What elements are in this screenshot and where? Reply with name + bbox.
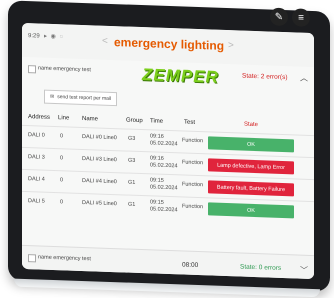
send-report-button[interactable]: ✉ send test report per mail <box>44 89 118 107</box>
cell-address: DALI 4 <box>28 176 45 183</box>
cell-group: G3 <box>128 135 136 142</box>
cell-line: 0 <box>60 199 64 206</box>
header-line: Line <box>58 115 70 122</box>
header-state: State <box>244 121 259 129</box>
chevron-down-icon[interactable]: ﹀ <box>300 265 308 276</box>
cell-name: DALI #5 Line0 <box>82 199 117 208</box>
cell-test: Function <box>182 181 204 189</box>
pencil-icon[interactable]: ✎ <box>270 7 288 27</box>
cell-name: DALI #4 Line0 <box>82 177 117 186</box>
state-pill: OK <box>208 136 294 153</box>
group-state: State: 2 error(s) <box>242 72 288 82</box>
cell-test: Function <box>182 203 204 211</box>
app-title: emergency lighting <box>114 35 225 53</box>
status-time: 9:29 <box>28 33 40 40</box>
cell-test: Function <box>182 137 204 145</box>
cell-name: DALI #0 Line0 <box>82 133 117 142</box>
cell-time: 09:16 05.02.2024 <box>150 133 178 147</box>
header-test: Test <box>184 119 196 126</box>
cell-time: 09:15 05.02.2024 <box>150 199 178 213</box>
cell-time: 09:15 05.02.2024 <box>150 177 178 191</box>
cell-group: G3 <box>128 157 136 164</box>
cell-group: G1 <box>128 201 136 208</box>
app-screen: 9:29 ▸ ◉ ◌ < emergency lighting > name e… <box>22 22 314 280</box>
brand-logo: ZEMPER <box>142 65 219 87</box>
cell-address: DALI 0 <box>28 132 45 139</box>
group-time: 08:00 <box>182 261 199 270</box>
state-pill: Battery fault, Battery Failure <box>208 180 294 197</box>
header-group: Group <box>126 117 143 125</box>
header-name: Name <box>82 115 99 123</box>
menu-icon[interactable]: ≡ <box>292 8 310 27</box>
group-name: name emergency test <box>38 65 91 74</box>
cell-address: DALI 5 <box>28 198 45 205</box>
cell-name: DALI #3 Line0 <box>82 155 117 164</box>
nav-prev-button[interactable]: < <box>102 36 108 47</box>
mail-icon: ✉ <box>50 93 55 100</box>
group-name: name emergency test <box>38 254 91 263</box>
group-header-2[interactable]: name emergency test 08:00 State: 0 error… <box>22 244 314 280</box>
group-state: State: 0 errors <box>240 263 282 272</box>
cell-test: Function <box>182 159 204 167</box>
cell-address: DALI 3 <box>28 154 45 161</box>
header-time: Time <box>150 118 164 125</box>
send-report-label: send test report per mail <box>57 94 112 102</box>
state-pill: Lamp defective, Lamp Error <box>208 158 294 175</box>
nav-next-button[interactable]: > <box>228 40 234 51</box>
group-checkbox[interactable] <box>28 65 36 74</box>
cell-time: 09:16 05.02.2024 <box>150 155 178 169</box>
status-icons: ▸ ◉ ◌ <box>44 33 65 41</box>
cell-line: 0 <box>60 133 64 140</box>
cell-line: 0 <box>60 155 64 162</box>
cell-group: G1 <box>128 179 136 186</box>
chevron-up-icon[interactable]: ︿ <box>300 73 308 84</box>
group-checkbox[interactable] <box>28 254 36 263</box>
state-pill: OK <box>208 202 294 219</box>
tablet-device: 9:29 ▸ ◉ ◌ < emergency lighting > name e… <box>8 0 330 292</box>
cell-line: 0 <box>60 177 64 184</box>
header-address: Address <box>28 114 51 121</box>
